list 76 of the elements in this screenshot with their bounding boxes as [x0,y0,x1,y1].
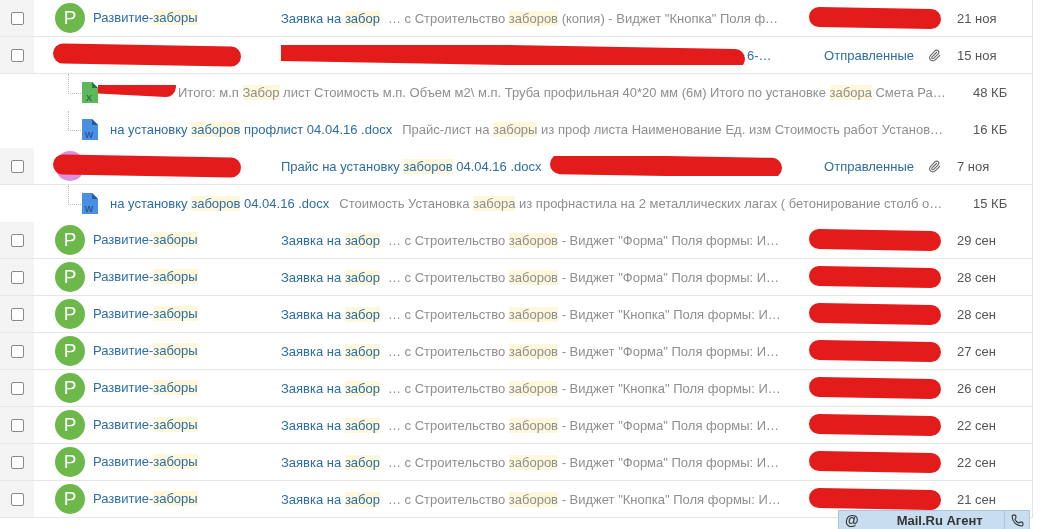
file-size: 16 КБ [973,121,1008,137]
folder-link[interactable]: Отправленные [824,158,914,174]
file-name-link[interactable]: на установку заборов профлист 04.04.16 .docx [110,121,393,137]
agent-bar[interactable]: @ Mail.Ru Агент [838,510,1030,529]
sender-name: Развитие-заборы [93,490,199,508]
file-size: 15 КБ [973,195,1008,211]
message-snippet: … с Строительство заборов - Виджет "Форма" Поля формы: И… [388,232,780,248]
avatar: Р [55,225,85,255]
file-name-link[interactable]: на установку заборов 04.04.16 .docx [110,195,330,211]
agent-title: Mail.Ru Агент [896,512,984,528]
subject-link[interactable]: Заявка на забор [281,380,380,396]
message-snippet: … с Строительство заборов - Виджет "Кнопка" Поля формы: И… [388,491,781,507]
message-snippet: … с Строительство заборов - Виджет "Кнопка" Поля формы: И… [388,380,781,396]
message-snippet: … с Строительство заборов - Виджет "Форма" Поля формы: И… [388,269,780,285]
message-snippet: … с Строительство заборов - Виджет "Кнопка" Поля формы: И… [388,306,781,322]
subject-link[interactable]: 6-… [747,47,772,63]
folder-link[interactable]: Отправленные [824,47,914,63]
file-snippet: Стоимость Установка забора из профнастила на 2 металлических лагах ( бетонирование столб о… [339,195,943,211]
avatar: Р [55,262,85,292]
message-date: 21 сен [957,491,996,507]
checkbox[interactable] [10,159,24,173]
avatar: Р [55,373,85,403]
subject-link[interactable]: Заявка на забор [281,10,380,26]
file-size: 48 КБ [973,84,1008,100]
message-date: 29 сен [957,232,996,248]
subject-link[interactable]: Заявка на забор [281,343,380,359]
message-date: 28 сен [957,306,996,322]
sender-name: Развитие-заборы [93,231,199,249]
message-snippet: … с Строительство заборов - Виджет "Форма" Поля формы: И… [388,343,780,359]
message-date: 21 ноя [957,10,997,26]
sender-name: Развитие-заборы [93,342,199,360]
avatar: Р [55,3,85,33]
subject-link[interactable]: Заявка на забор [281,491,380,507]
subject-link[interactable]: Заявка на забор [281,232,380,248]
sender-name: Развитие-заборы [93,9,199,27]
message-snippet: … с Строительство заборов - Виджет "Форма" Поля формы: И… [388,417,780,433]
sender-name: Развитие-заборы [93,379,199,397]
message-date: 26 сен [957,380,996,396]
avatar: Р [55,410,85,440]
file-snippet: Прайс-лист на заборы из проф листа Наименование Ед. изм Стоимость работ Установ… [402,121,944,137]
checkbox[interactable] [10,381,24,395]
message-date: 15 ноя [957,47,997,63]
subject-link[interactable]: Заявка на забор [281,417,380,433]
checkbox[interactable] [10,11,24,25]
sender-name: Развитие-заборы [93,305,199,323]
message-date: 28 сен [957,269,996,285]
avatar: Р [55,299,85,329]
avatar: Р [55,447,85,477]
sender-name: Развитие-заборы [93,416,199,434]
checkbox[interactable] [10,344,24,358]
checkbox[interactable] [10,455,24,469]
document-icon: W [82,118,98,140]
subject-link[interactable]: Прайс на установку заборов 04.04.16 .docx [281,158,542,174]
avatar: Р [55,336,85,366]
document-icon: W [82,192,98,214]
message-snippet: … с Строительство заборов (копия) - Виджет "Кнопка" Поля ф… [388,10,779,26]
file-snippet: Итого: м.п Забор лист Стоимость м.п. Объем м2\ м.п. Труба профильная 40*20 мм (6м) Итого по установке забора Смета Ра… [178,84,946,100]
checkbox[interactable] [10,418,24,432]
message-date: 27 сен [957,343,996,359]
document-icon: X [82,81,98,103]
message-date: 22 сен [957,454,996,470]
avatar: Р [55,484,85,514]
checkbox[interactable] [10,492,24,506]
message-date: 7 ноя [957,158,990,174]
at-sign: @ [845,512,860,528]
subject-link[interactable]: Заявка на забор [281,454,380,470]
subject-link[interactable]: Заявка на забор [281,306,380,322]
checkbox[interactable] [10,307,24,321]
sender-name: Развитие-заборы [93,268,199,286]
checkbox[interactable] [10,233,24,247]
checkbox[interactable] [10,48,24,62]
message-snippet: … с Строительство заборов - Виджет "Форма" Поля формы: И… [388,454,780,470]
subject-link[interactable]: Заявка на забор [281,269,380,285]
sender-name: Развитие-заборы [93,453,199,471]
checkbox[interactable] [10,270,24,284]
message-date: 22 сен [957,417,996,433]
